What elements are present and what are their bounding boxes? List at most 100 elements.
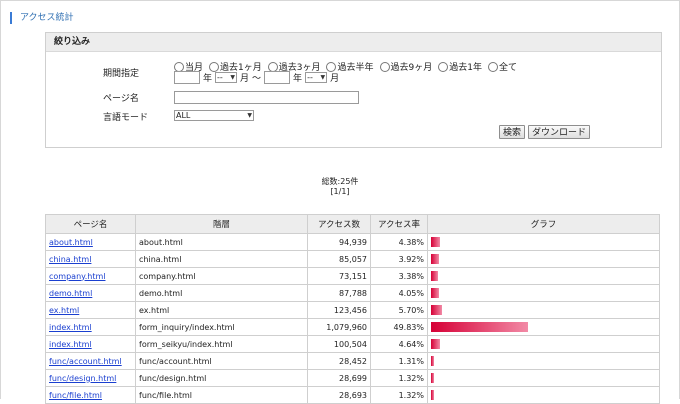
hierarchy-cell: form_seikyu/index.html [135,335,308,353]
access-count-cell: 94,939 [307,233,371,251]
radio-circle-icon[interactable] [438,61,449,72]
graph-cell [427,284,660,302]
filter-heading: 絞り込み [46,33,661,52]
page-link[interactable]: demo.html [49,289,92,298]
access-count-cell: 123,456 [307,301,371,319]
total-count: 総数:25件 [321,177,359,186]
hierarchy-cell: company.html [135,267,308,285]
header-page-name: ページ名 [45,214,136,234]
pager: [1/1] [330,187,350,196]
access-count-cell: 28,699 [307,369,371,387]
page-link[interactable]: func/file.html [49,391,102,400]
table-row: func/account.html func/account.html 28,452… [45,352,660,370]
page-link[interactable]: china.html [49,255,91,264]
table-row: func/design.html func/design.html 28,699 1.… [45,369,660,387]
access-rate-cell: 4.64% [370,335,428,353]
graph-cell [427,369,660,387]
radio-circle-icon[interactable] [174,61,184,72]
table-row: index.html form_inquiry/index.html 1,079,9… [45,318,660,336]
access-rate-cell: 1.32% [370,386,428,404]
page-name-cell: company.html [45,267,136,285]
access-bar [431,356,434,366]
page-name-label: ページ名 [103,94,139,104]
radio-circle-icon[interactable] [379,61,390,72]
table-header-row: ページ名 階層 アクセス数 アクセス率 グラフ [45,214,660,234]
page-link[interactable]: func/account.html [49,357,122,366]
page-name-cell: func/account.html [45,352,136,370]
page-title: アクセス統計 [10,12,74,24]
graph-cell [427,352,660,370]
hierarchy-cell: form_inquiry/index.html [135,318,308,336]
page-name-input[interactable] [174,91,359,104]
table-row: demo.html demo.html 87,788 4.05% [45,284,660,302]
date-range-row: 年 -- ▼ 月 ～ 年 -- ▼ 月 [174,71,339,84]
hierarchy-cell: china.html [135,250,308,268]
access-rate-cell: 1.31% [370,352,428,370]
table-row: func/file.html func/file.html 28,693 1.32% [45,386,660,404]
radio-circle-icon[interactable] [209,61,220,72]
period-label: 期間指定 [103,69,140,79]
header-graph: グラフ [427,214,660,234]
access-bar [431,339,441,349]
access-bar [431,271,438,281]
graph-cell [427,233,660,251]
page-name-cell: index.html [45,335,136,353]
page-link[interactable]: func/design.html [49,374,116,383]
access-rate-cell: 4.05% [370,284,428,302]
chevron-down-icon: ▼ [230,74,236,81]
page-link[interactable]: index.html [49,323,92,332]
period-radio-1-year[interactable]: 過去1年 [438,60,482,73]
start-year-input[interactable] [174,71,200,84]
radio-circle-icon[interactable] [326,61,337,72]
language-mode-label: 言語モード [103,113,149,123]
start-month-select[interactable]: -- ▼ [215,72,238,83]
period-radio-all[interactable]: 全て [487,60,517,73]
hierarchy-cell: func/account.html [135,352,308,370]
access-table: ページ名 階層 アクセス数 アクセス率 グラフ about.html about.… [45,214,660,404]
page-link[interactable]: company.html [49,272,106,281]
access-count-cell: 85,057 [307,250,371,268]
year-unit-label: 年 [293,74,303,84]
access-rate-cell: 3.38% [370,267,428,285]
page-link[interactable]: index.html [49,340,92,349]
radio-circle-icon[interactable] [487,61,498,72]
graph-cell [427,335,660,353]
period-radio-9-months[interactable]: 過去9ヶ月 [379,60,432,73]
graph-cell [427,250,660,268]
table-row: ex.html ex.html 123,456 5.70% [45,301,660,319]
chevron-down-icon: ▼ [247,112,252,119]
access-rate-cell: 49.83% [370,318,428,336]
page-link[interactable]: about.html [49,238,93,247]
access-count-cell: 1,079,960 [307,318,371,336]
page-link[interactable]: ex.html [49,306,79,315]
hierarchy-cell: demo.html [135,284,308,302]
access-rate-cell: 4.38% [370,233,428,251]
hierarchy-cell: func/design.html [135,369,308,387]
access-count-cell: 100,504 [307,335,371,353]
access-count-cell: 73,151 [307,267,371,285]
download-button[interactable]: ダウンロード [528,125,591,139]
end-year-input[interactable] [264,71,291,84]
access-rate-cell: 3.92% [370,250,428,268]
access-bar [431,305,443,315]
header-access-rate: アクセス率 [370,214,428,234]
page-name-cell: index.html [45,318,136,336]
radio-circle-icon[interactable] [267,61,278,72]
filter-panel: 絞り込み 期間指定 当月 過去1ヶ月 過去3ヶ月 過去半年 過去9ヶ月 過去1年… [45,32,662,148]
access-count-cell: 28,452 [307,352,371,370]
table-row: china.html china.html 85,057 3.92% [45,250,660,268]
search-button[interactable]: 検索 [499,125,526,139]
end-month-select[interactable]: -- ▼ [305,72,328,83]
graph-cell [427,386,660,404]
page-name-cell: china.html [45,250,136,268]
access-rate-cell: 1.32% [370,369,428,387]
graph-cell [427,301,660,319]
header-access-count: アクセス数 [307,214,371,234]
table-row: about.html about.html 94,939 4.38% [45,233,660,251]
language-mode-select[interactable]: ALL ▼ [174,110,254,121]
month-unit-label: 月 [240,74,250,84]
graph-cell [427,267,660,285]
header-hierarchy: 階層 [135,214,308,234]
hierarchy-cell: func/file.html [135,386,308,404]
access-count-cell: 28,693 [307,386,371,404]
